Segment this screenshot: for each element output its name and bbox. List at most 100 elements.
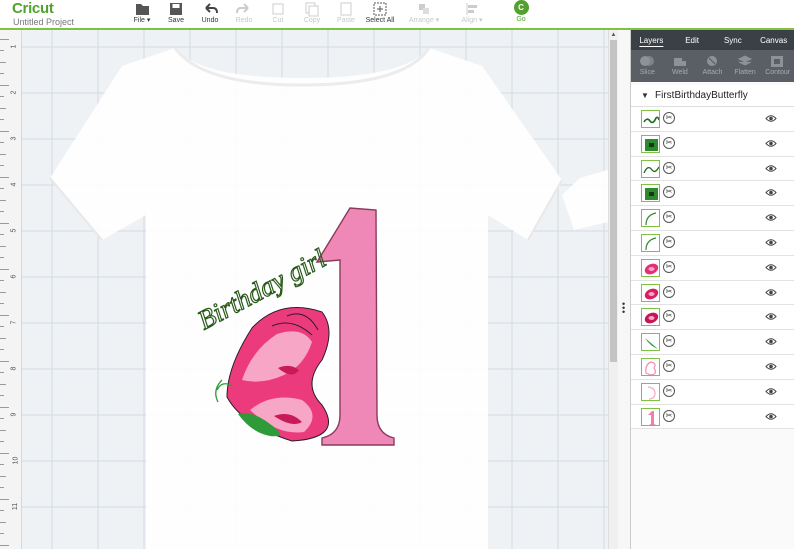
eye-icon[interactable] [765,288,777,297]
eye-icon[interactable] [765,337,777,346]
go-button[interactable]: C Go [508,0,534,28]
flatten-icon [737,55,752,66]
layer-row[interactable]: ✂ [631,131,794,157]
align-icon [466,3,477,15]
tab-edit[interactable]: Edit [672,30,713,50]
scroll-up-arrow[interactable]: ▲ [610,31,617,39]
tab-canvas[interactable]: Canvas [753,30,794,50]
weld-button[interactable]: Weld [664,50,697,82]
select-all-icon [373,2,387,16]
drag-handle-icon[interactable]: • • • [622,300,626,317]
select-all-button[interactable]: Select All [360,0,400,28]
layer-row[interactable]: ✂ [631,255,794,281]
tab-sync[interactable]: Sync [713,30,754,50]
attach-button[interactable]: Attach [696,50,729,82]
scissors-icon[interactable]: ✂ [663,310,675,323]
layer-row[interactable]: ✂ [631,305,794,331]
layer-thumbnail [641,407,660,426]
layer-thumbnail [641,134,660,153]
layer-thumbnail [641,184,660,203]
layer-row[interactable]: ✂ [631,280,794,306]
attach-icon [707,56,718,66]
scissors-icon[interactable]: ✂ [663,136,675,149]
scissors-icon[interactable]: ✂ [663,161,675,174]
eye-icon[interactable] [765,387,777,396]
align-menu-button[interactable]: Align ▾ [452,0,492,28]
tshirt-mockup-secondary [562,170,608,230]
go-label: Go [516,16,526,23]
ruler-label: 10 [12,456,20,465]
eye-icon[interactable] [765,238,777,247]
ruler-label: 8 [10,366,18,371]
layer-thumbnail [641,357,660,376]
layer-thumbnail [641,283,660,302]
design-space: Cricut Untitled Project File ▾ Save Undo… [0,0,794,549]
canvas-scrollbar[interactable]: ▲ [608,30,618,549]
layer-group-header[interactable]: ▼ FirstBirthdayButterfly [631,85,794,107]
eye-icon[interactable] [765,312,777,321]
layer-row[interactable]: ✂ [631,181,794,207]
ruler-label: 7 [10,320,18,325]
project-name[interactable]: Untitled Project [13,17,74,27]
eye-icon[interactable] [765,362,777,371]
layer-row[interactable]: ✂ [631,206,794,231]
panel-tabs: Layers Edit Sync Canvas [631,30,794,50]
top-toolbar: Cricut Untitled Project File ▾ Save Undo… [0,0,794,30]
layer-thumbnail [641,159,660,178]
scissors-icon[interactable]: ✂ [663,186,675,199]
layer-thumbnail [641,258,660,277]
layer-row[interactable]: ✂ [631,354,794,380]
layer-row[interactable]: ✂ [631,107,794,132]
eye-icon[interactable] [765,263,777,272]
layer-row[interactable]: ✂ [631,404,794,430]
layers-panel: Layers Edit Sync Canvas Slice Weld Attac… [630,30,794,549]
ruler-ticks [0,39,9,546]
ruler-label: 6 [10,274,18,279]
scrollbar-thumb[interactable] [610,40,617,362]
tab-layers[interactable]: Layers [631,30,672,50]
slice-button[interactable]: Slice [631,50,664,82]
weld-icon [673,58,686,66]
layer-thumbnail [641,209,660,228]
go-badge: C [513,0,529,15]
ruler-label: 1 [10,44,18,49]
scissors-icon[interactable]: ✂ [663,335,675,348]
scissors-icon[interactable]: ✂ [663,384,675,397]
layer-thumbnail [641,110,660,128]
eye-icon[interactable] [765,188,777,197]
scissors-icon[interactable]: ✂ [663,112,675,124]
scissors-icon[interactable]: ✂ [663,235,675,248]
layer-thumbnail [641,308,660,327]
eye-icon[interactable] [765,114,777,123]
layer-row[interactable]: ✂ [631,156,794,182]
layer-group-name: FirstBirthdayButterfly [655,90,748,101]
layer-row[interactable]: ✂ [631,330,794,355]
design-canvas[interactable]: Birthday girl [22,30,608,549]
ruler-label: 5 [10,228,18,233]
ruler-label: 3 [10,136,18,141]
scissors-icon[interactable]: ✂ [663,260,675,273]
cricut-logo[interactable]: Cricut [12,0,54,17]
scissors-icon[interactable]: ✂ [663,285,675,298]
eye-icon[interactable] [765,164,777,173]
ruler-label: 2 [10,90,18,95]
layer-row[interactable]: ✂ [631,379,794,405]
caret-down-icon[interactable]: ▼ [641,91,649,100]
layer-list: ✂ ✂ ✂ ✂ ✂ ✂ ✂ ✂ ✂ ✂ ✂ ✂ ✂ [631,107,794,430]
contour-button[interactable]: Contour [761,50,794,82]
canvas-artwork: Birthday girl [22,30,608,549]
flatten-button[interactable]: Flatten [729,50,762,82]
panel-splitter[interactable]: • • • [618,30,630,549]
eye-icon[interactable] [765,412,777,421]
ruler-label: 11 [12,502,20,511]
eye-icon[interactable] [765,139,777,148]
layer-row[interactable]: ✂ [631,230,794,256]
ruler-label: 9 [10,412,18,417]
arrange-menu-button[interactable]: Arrange ▾ [404,0,444,28]
scissors-icon[interactable]: ✂ [663,409,675,422]
scissors-icon[interactable]: ✂ [663,359,675,372]
layer-thumbnail [641,382,660,401]
eye-icon[interactable] [765,213,777,222]
arrange-icon [419,4,429,14]
scissors-icon[interactable]: ✂ [663,211,675,224]
